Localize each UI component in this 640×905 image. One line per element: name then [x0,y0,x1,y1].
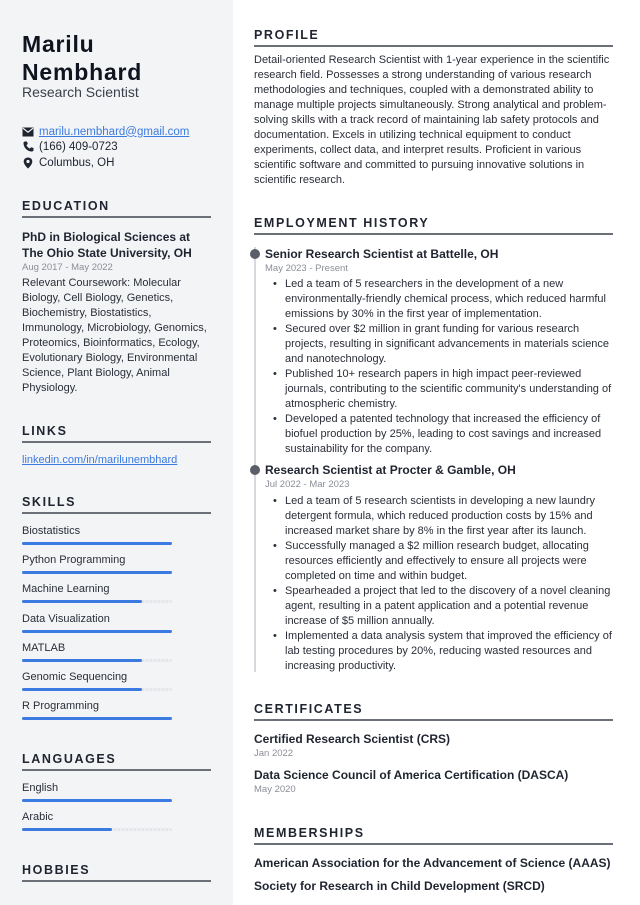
contact-location: Columbus, OH [22,155,114,170]
employment-heading: EMPLOYMENT HISTORY [254,216,430,230]
skill-level-fill [22,600,142,604]
skill-label: Data Visualization [22,612,110,625]
job-2-bullet: Spearheaded a project that led to the di… [271,584,621,629]
profile-divider [254,45,613,47]
job-2-dot [250,465,260,475]
last-name: Nembhard [22,59,143,85]
job-2-bullet: Led a team of 5 research scientists in d… [271,494,621,539]
skill-label: Machine Learning [22,583,110,596]
languages-divider [22,769,211,771]
membership-item: American Association for the Advancement… [254,856,611,870]
candidate-title: Research Scientist [22,84,139,100]
language-level-bar [22,799,172,802]
job-1-title: Senior Research Scientist at Battelle, O… [265,247,499,261]
job-1-bullet: Led a team of 5 researchers in the devel… [271,277,621,322]
skill-level-bar [22,658,172,662]
job-1-bullet: Developed a patented technology that inc… [271,412,621,457]
certificate-date: Jan 2022 [254,748,294,759]
language-level-fill [22,828,112,831]
employment-timeline [254,247,256,672]
profile-heading: PROFILE [254,28,320,42]
job-2-bullets: Led a team of 5 research scientists in d… [271,494,621,674]
skill-level-fill [22,629,172,633]
job-1-bullets: Led a team of 5 researchers in the devel… [271,277,621,457]
education-dates: Aug 2017 - May 2022 [22,262,113,273]
linkedin-link[interactable]: linkedin.com/in/marilunembhard [22,454,177,466]
certificate-date: May 2020 [254,784,296,795]
language-level-fill [22,799,172,802]
phone-icon [22,141,34,153]
skill-level-bar [22,571,172,575]
education-description: Relevant Coursework: Molecular Biology, … [22,277,207,394]
skill-level-bar [22,717,172,721]
job-2-bullet: Implemented a data analysis system that … [271,629,621,674]
skill-level-bar [22,688,172,691]
location: Columbus, OH [39,156,115,169]
job-1-dates: May 2023 - Present [265,263,348,274]
skill-level-fill [22,542,172,545]
profile-summary: Detail-oriented Research Scientist with … [254,54,610,186]
contact-phone: (166) 409-0723 [22,139,118,154]
skill-level-fill [22,717,172,721]
skill-label: R Programming [22,700,100,713]
map-pin-icon [22,157,34,169]
skill-level-bar [22,542,172,545]
job-1-dot [250,249,260,259]
skill-label: Genomic Sequencing [22,671,128,683]
hobbies-divider [22,880,211,882]
job-1-bullet: Secured over $2 million in grant funding… [271,322,621,367]
education-heading: EDUCATION [22,199,110,213]
language-label: English [22,782,59,794]
skill-level-fill [22,658,142,662]
email-link[interactable]: marilu.nembhard@gmail.com [39,126,189,138]
certificates-heading: CERTIFICATES [254,702,364,716]
hobbies-heading: HOBBIES [22,863,91,877]
job-1-bullet: Published 10+ research papers in high im… [271,367,621,412]
certificate-name: Data Science Council of America Certific… [254,768,569,782]
skill-label: MATLAB [22,641,66,654]
language-label: Arabic [22,811,54,823]
skill-level-bar [22,600,172,604]
job-2-bullet: Successfully managed a $2 million resear… [271,539,621,584]
education-degree: PhD in Biological Sciences at The Ohio S… [22,230,192,260]
phone-number: (166) 409-0723 [39,140,118,153]
language-level-bar [22,828,172,831]
candidate-name: Marilu Nembhard [22,30,142,86]
contact-email: marilu.nembhard@gmail.com [22,124,189,139]
job-2-title: Research Scientist at Procter & Gamble, … [265,463,516,477]
memberships-divider [254,843,613,845]
skills-divider [22,512,211,514]
skill-level-fill [22,688,142,691]
education-divider [22,216,211,218]
skill-label: Python Programming [22,554,126,567]
membership-item: Society for Research in Child Developmen… [254,879,545,893]
memberships-heading: MEMBERSHIPS [254,826,365,840]
skill-level-bar [22,629,172,633]
languages-heading: LANGUAGES [22,752,117,766]
envelope-icon [22,126,34,138]
first-name: Marilu [22,31,95,57]
links-heading: LINKS [22,424,68,438]
employment-divider [254,233,613,235]
main-content: PROFILE Detail-oriented Research Scienti… [233,0,640,905]
certificates-divider [254,719,613,721]
job-2-dates: Jul 2022 - Mar 2023 [265,479,350,490]
sidebar: Marilu Nembhard Research Scientist maril… [0,0,233,905]
links-divider [22,441,211,443]
certificate-name: Certified Research Scientist (CRS) [254,732,451,746]
skill-label: Biostatistics [22,525,81,537]
skills-heading: SKILLS [22,495,77,509]
skill-level-fill [22,571,172,575]
